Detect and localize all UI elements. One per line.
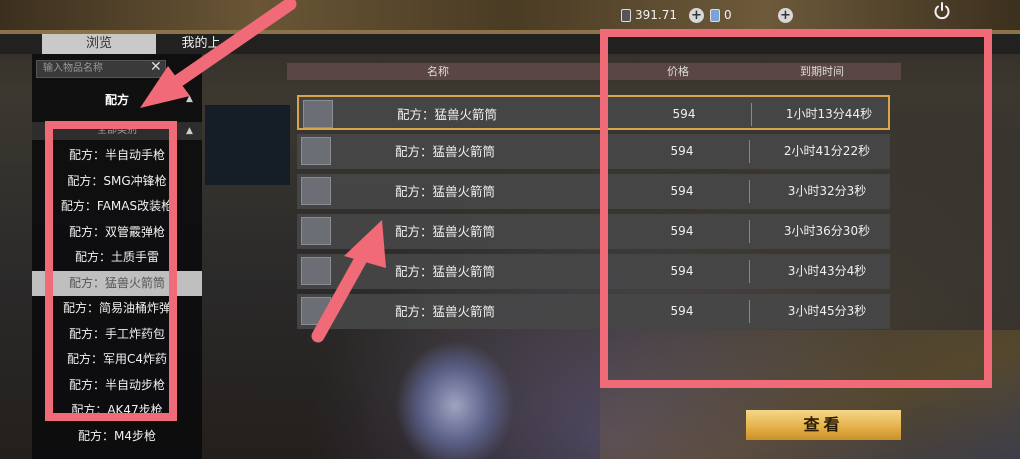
annotation-box-table: [600, 29, 992, 388]
tab-browse[interactable]: 浏览: [42, 34, 156, 54]
coin-icon: [621, 8, 631, 22]
recipe-list-item[interactable]: 配方：M4步枪: [32, 424, 202, 450]
listing-name: 配方：猛兽火箭筒: [395, 224, 496, 239]
rocket-launcher-icon: [301, 217, 331, 245]
category-collapse-icon[interactable]: ▲: [186, 94, 193, 104]
listing-name: 配方：猛兽火箭筒: [395, 264, 496, 279]
annotation-box-list: [45, 121, 177, 421]
rocket-launcher-icon: [301, 137, 331, 165]
currency-display: 391.71: [621, 8, 677, 22]
rocket-launcher-icon: [301, 257, 331, 285]
search-input[interactable]: 输入物品名称: [36, 60, 166, 78]
ticket-icon: [710, 8, 720, 22]
background-screen: [205, 105, 290, 185]
listing-name: 配方：猛兽火箭筒: [397, 107, 498, 122]
column-header-name[interactable]: 名称: [427, 63, 449, 80]
ticket-display: 0: [710, 8, 732, 22]
power-icon[interactable]: [933, 2, 951, 20]
ticket-amount: 0: [724, 8, 732, 22]
listing-name: 配方：猛兽火箭筒: [395, 184, 496, 199]
currency-amount: 391.71: [635, 8, 677, 22]
tab-my-listings[interactable]: 我的上: [156, 34, 246, 54]
character-figure: [395, 340, 515, 459]
subcategory-collapse-icon[interactable]: ▲: [186, 126, 193, 136]
rocket-launcher-icon: [303, 100, 333, 128]
rocket-launcher-icon: [301, 177, 331, 205]
add-currency-button[interactable]: +: [689, 8, 704, 23]
listing-name: 配方：猛兽火箭筒: [395, 144, 496, 159]
category-dropdown[interactable]: 配方: [32, 88, 202, 112]
rocket-launcher-icon: [301, 297, 331, 325]
view-button[interactable]: 查看: [746, 410, 901, 440]
clear-search-icon[interactable]: ✕: [150, 59, 162, 75]
add-ticket-button[interactable]: +: [778, 8, 793, 23]
listing-name: 配方：猛兽火箭筒: [395, 304, 496, 319]
